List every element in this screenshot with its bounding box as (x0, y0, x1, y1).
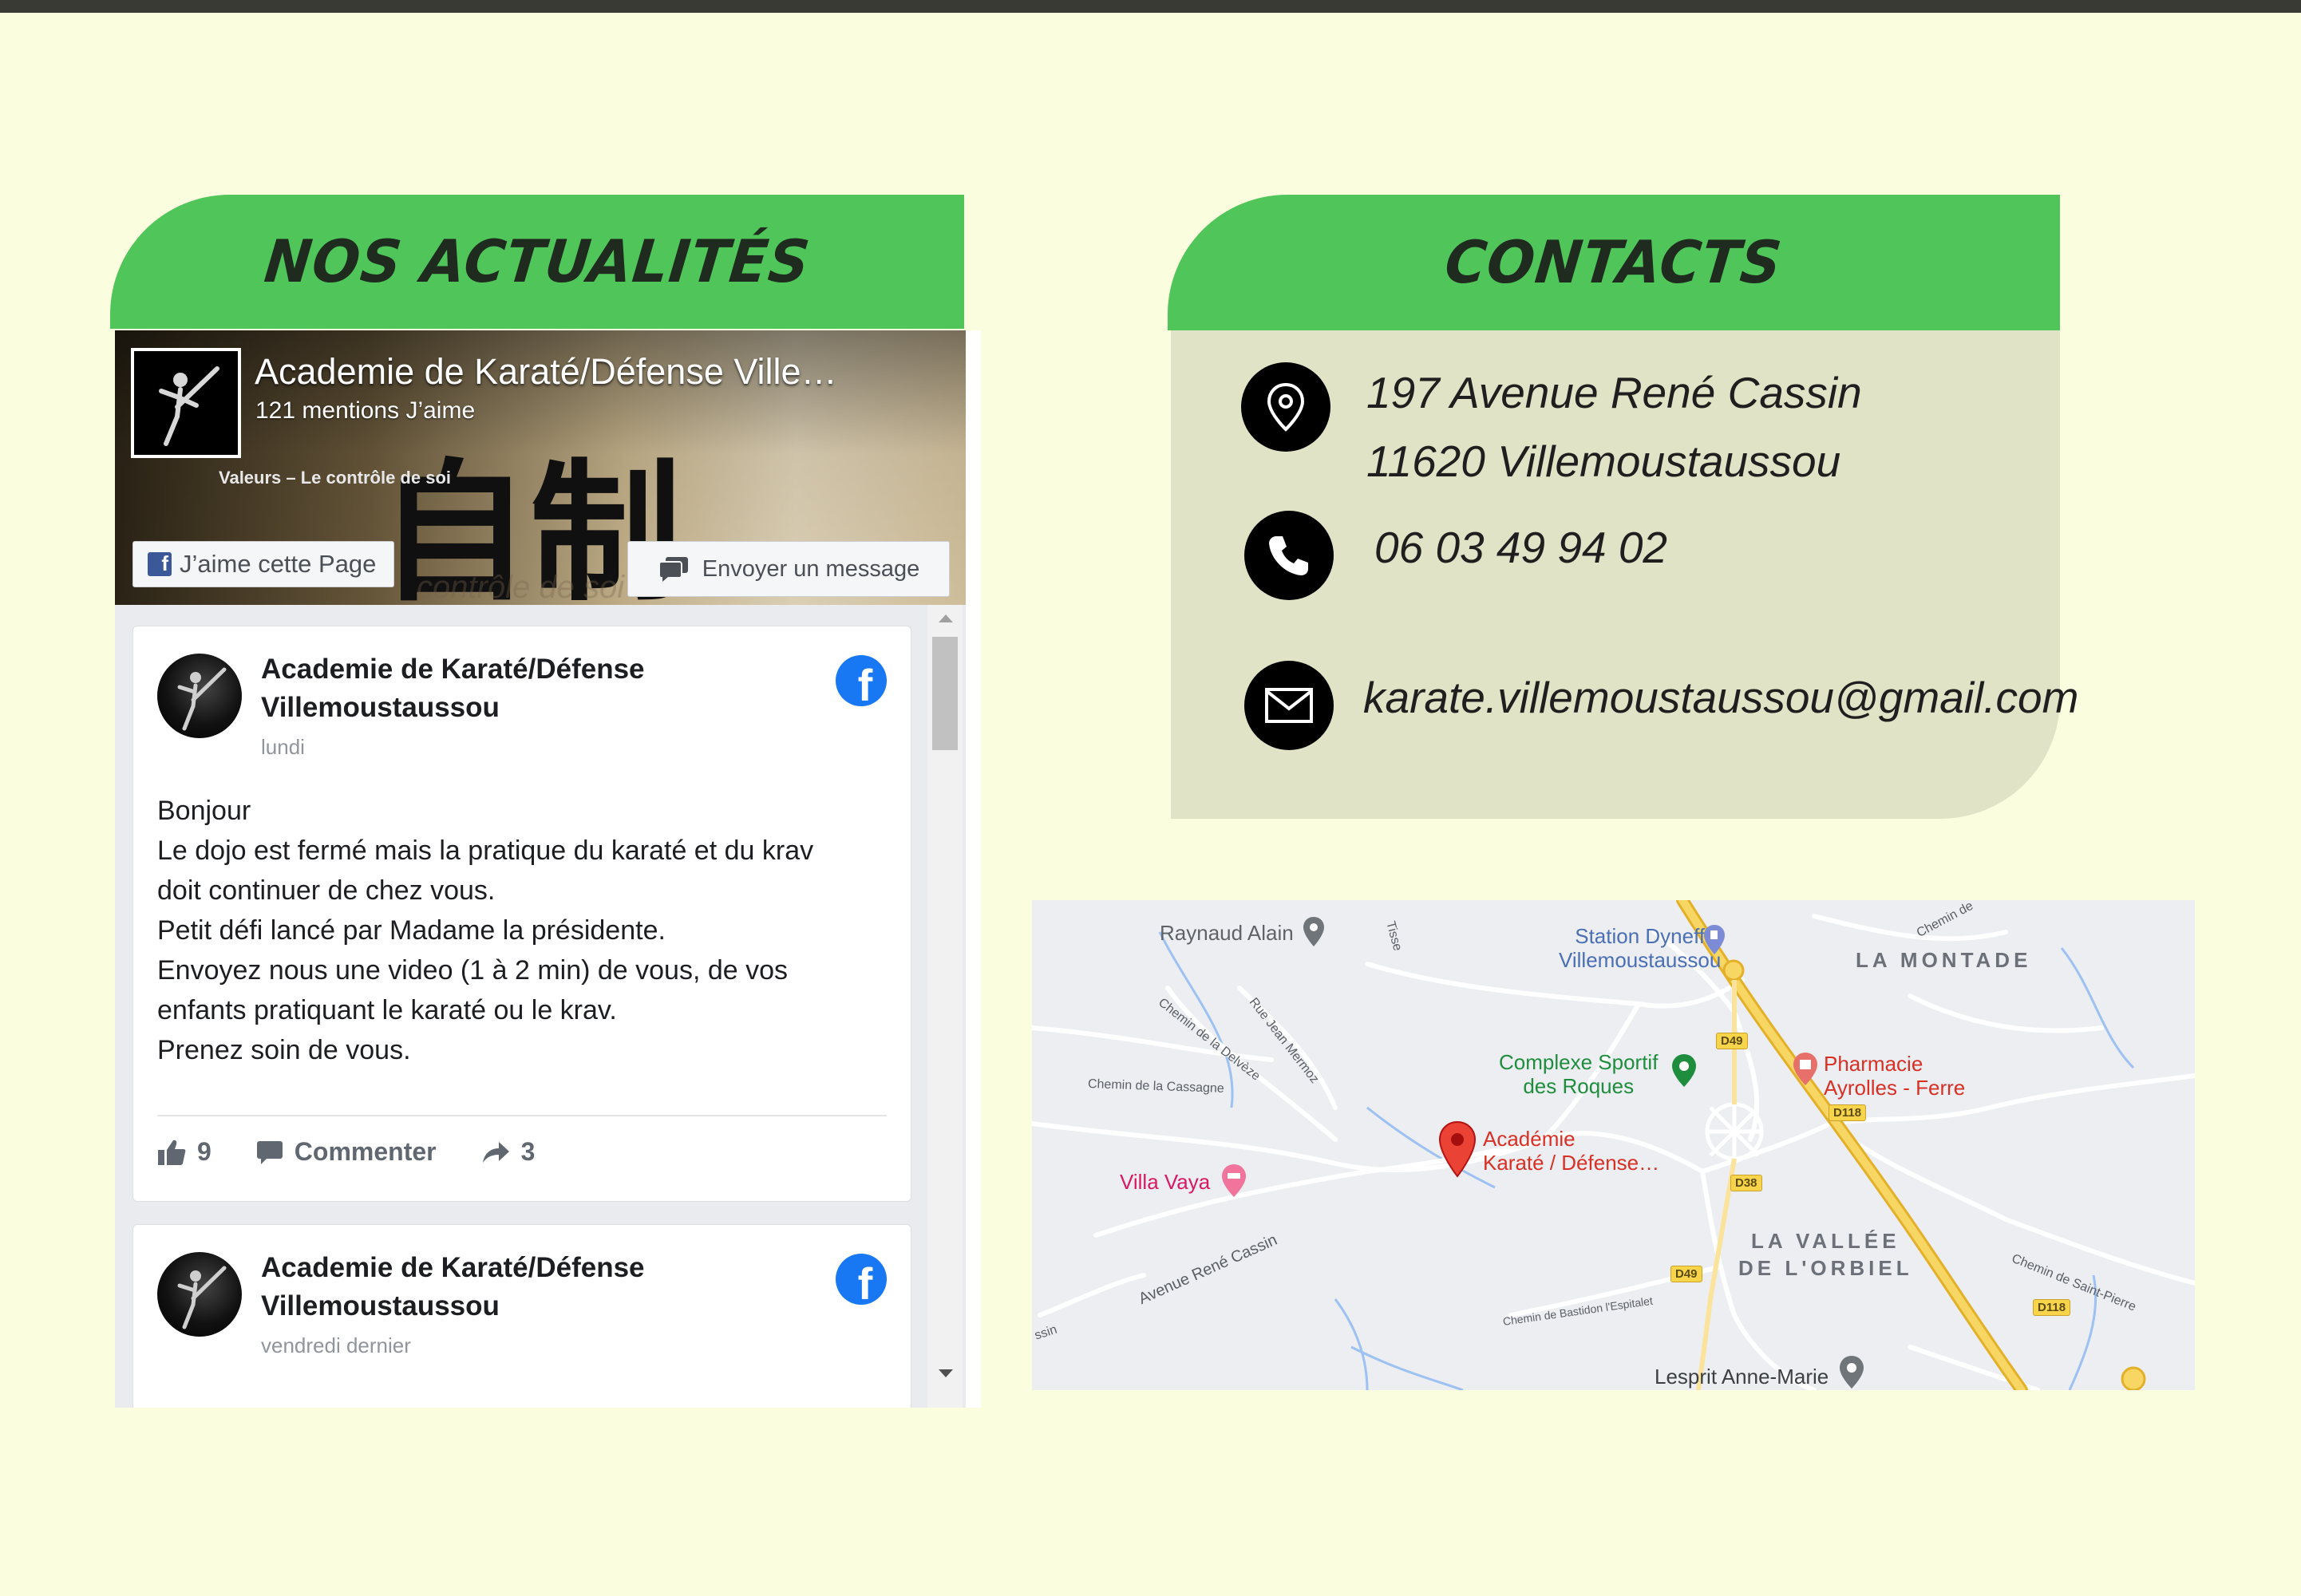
contacts-section-header: CONTACTS (1168, 195, 2060, 330)
poi-villa-vaya[interactable]: Villa Vaya (1120, 1170, 1210, 1194)
news-section-title: NOS ACTUALITÉS (261, 227, 813, 297)
like-count: 9 (197, 1137, 212, 1166)
road-badge-d49: D49 (1716, 1033, 1748, 1049)
location-pin-icon (1241, 362, 1330, 452)
selected-location-pin-icon[interactable] (1437, 1120, 1477, 1178)
poi-line: Complexe Sportif (1499, 1050, 1659, 1074)
fuel-pin-icon[interactable] (1702, 924, 1726, 956)
poi-line: Académie (1483, 1127, 1576, 1151)
cover-motto: Valeurs – Le contrôle de soi (219, 468, 451, 488)
post-author-name[interactable]: Academie de Karaté/Défense Villemoustaus… (261, 650, 756, 727)
envelope-icon (1244, 661, 1334, 750)
post-line: Bonjour (157, 796, 251, 826)
scroll-up-arrow-icon[interactable] (939, 614, 953, 622)
karate-kick-silhouette-icon (177, 1266, 227, 1329)
poi-complexe-sportif[interactable]: Complexe Sportif des Roques (1499, 1050, 1658, 1098)
thumbs-up-icon (158, 1140, 186, 1165)
poi-station-dyneff[interactable]: Station Dyneff Villemoustaussou (1559, 924, 1721, 972)
facebook-logo-icon[interactable]: f (836, 1254, 887, 1305)
pharmacy-pin-icon[interactable] (1792, 1052, 1819, 1087)
like-action[interactable]: 9 (157, 1137, 212, 1167)
phone-icon (1244, 511, 1334, 600)
poi-raynaud-alain[interactable]: Raynaud Alain (1160, 921, 1294, 945)
map-pin-gray-icon[interactable] (1838, 1355, 1865, 1390)
poi-line: Villemoustaussou (1559, 948, 1722, 972)
address-line-2: 11620 Villemoustaussou (1366, 437, 1841, 486)
poi-pharmacie[interactable]: Pharmacie Ayrolles - Ferre (1824, 1052, 1965, 1100)
comment-action[interactable]: Commenter (256, 1137, 437, 1167)
send-message-label: Envoyer un message (702, 555, 920, 582)
comment-label: Commenter (294, 1137, 437, 1166)
share-count: 3 (520, 1137, 536, 1166)
like-page-label: J’aime cette Page (180, 550, 377, 578)
poi-lesprit-anne-marie[interactable]: Lesprit Anne-Marie (1655, 1365, 1829, 1389)
hotel-pin-icon[interactable] (1220, 1163, 1247, 1199)
top-bar (0, 0, 2301, 13)
address-line-1: 197 Avenue René Cassin (1366, 368, 1862, 417)
post-divider (157, 1115, 887, 1116)
post-line: Le dojo est fermé mais la pratique du ka… (157, 836, 814, 866)
share-arrow-icon (482, 1141, 509, 1163)
poi-line: Karaté / Défense… (1483, 1151, 1660, 1175)
news-section-header: NOS ACTUALITÉS (110, 195, 964, 329)
poi-line: Station Dyneff (1575, 924, 1706, 948)
post-actions: 9 Commenter 3 (157, 1137, 579, 1167)
contacts-section-title: CONTACTS (1441, 227, 1786, 298)
road-badge-d118: D118 (1829, 1104, 1867, 1121)
poi-line: Pharmacie (1824, 1052, 1923, 1076)
contacts-card: 197 Avenue René Cassin 11620 Villemousta… (1171, 330, 2078, 819)
post-line: Prenez soin de vous. (157, 1035, 411, 1065)
phone-number[interactable]: 06 03 49 94 02 (1374, 514, 1667, 581)
share-action[interactable]: 3 (481, 1137, 536, 1167)
post-author-avatar[interactable] (157, 1252, 242, 1337)
sports-pin-icon[interactable] (1670, 1053, 1698, 1088)
map-area-line: LA VALLÉE (1751, 1229, 1900, 1253)
comment-icon (256, 1140, 283, 1164)
feed-scrollbar[interactable] (927, 605, 963, 1408)
facebook-page-widget[interactable]: 自 制 contrôle de soi Academie de Karaté/D… (115, 330, 981, 1408)
post-line: Petit défi lancé par Madame la président… (157, 915, 666, 946)
post-line: doit continuer de chez vous. (157, 875, 496, 906)
road-badge-d49: D49 (1670, 1266, 1702, 1282)
scroll-thumb[interactable] (932, 637, 958, 750)
map-pin-gray-icon[interactable] (1302, 916, 1326, 948)
road-badge-d38: D38 (1730, 1175, 1762, 1191)
facebook-page-name[interactable]: Academie de Karaté/Défense Ville… (255, 351, 909, 393)
messages-icon (658, 557, 688, 582)
post-date[interactable]: lundi (261, 735, 305, 760)
poi-line: Ayrolles - Ferre (1824, 1076, 1966, 1100)
post-date[interactable]: vendredi dernier (261, 1333, 411, 1358)
facebook-post[interactable]: Academie de Karaté/Défense Villemoustaus… (132, 626, 911, 1202)
facebook-cover[interactable]: 自 制 contrôle de soi Academie de Karaté/D… (115, 330, 966, 605)
facebook-post[interactable]: Academie de Karaté/Défense Villemoustaus… (132, 1224, 911, 1408)
map-area-la-montade: LA MONTADE (1856, 948, 2032, 972)
facebook-logo-icon[interactable]: f (836, 655, 887, 706)
like-page-button[interactable]: f J’aime cette Page (132, 541, 395, 587)
post-line: enfants pratiquant le karaté ou le krav. (157, 995, 617, 1025)
send-message-button[interactable]: Envoyer un message (627, 541, 950, 597)
post-body: Bonjour Le dojo est fermé mais la pratiq… (157, 791, 892, 1070)
post-author-name[interactable]: Academie de Karaté/Défense Villemoustaus… (261, 1249, 756, 1325)
email-address[interactable]: karate.villemoustaussou@gmail.com (1363, 664, 2078, 731)
post-author-avatar[interactable] (157, 654, 242, 738)
post-line: Envoyez nous une video (1 à 2 min) de vo… (157, 955, 789, 986)
cover-watermark: contrôle de soi (417, 570, 625, 605)
karate-kick-silhouette-icon (177, 667, 227, 731)
poi-academie-karate[interactable]: Académie Karaté / Défense… (1483, 1127, 1659, 1175)
facebook-feed[interactable]: Academie de Karaté/Défense Villemoustaus… (115, 605, 966, 1408)
facebook-f-icon: f (148, 551, 172, 576)
map-area-la-vallee: LA VALLÉE DE L'ORBIEL (1738, 1227, 1913, 1282)
map-area-line: DE L'ORBIEL (1738, 1256, 1913, 1280)
page-avatar[interactable] (131, 348, 241, 458)
road-badge-d118: D118 (2033, 1299, 2071, 1316)
scroll-down-arrow-icon[interactable] (939, 1369, 953, 1377)
google-map[interactable]: LA MONTADE LA VALLÉE DE L'ORBIEL D49 D11… (1032, 900, 2195, 1390)
karate-kick-silhouette-icon (159, 366, 219, 446)
page-likes-count: 121 mentions J’aime (255, 397, 476, 424)
poi-line: des Roques (1523, 1074, 1635, 1098)
